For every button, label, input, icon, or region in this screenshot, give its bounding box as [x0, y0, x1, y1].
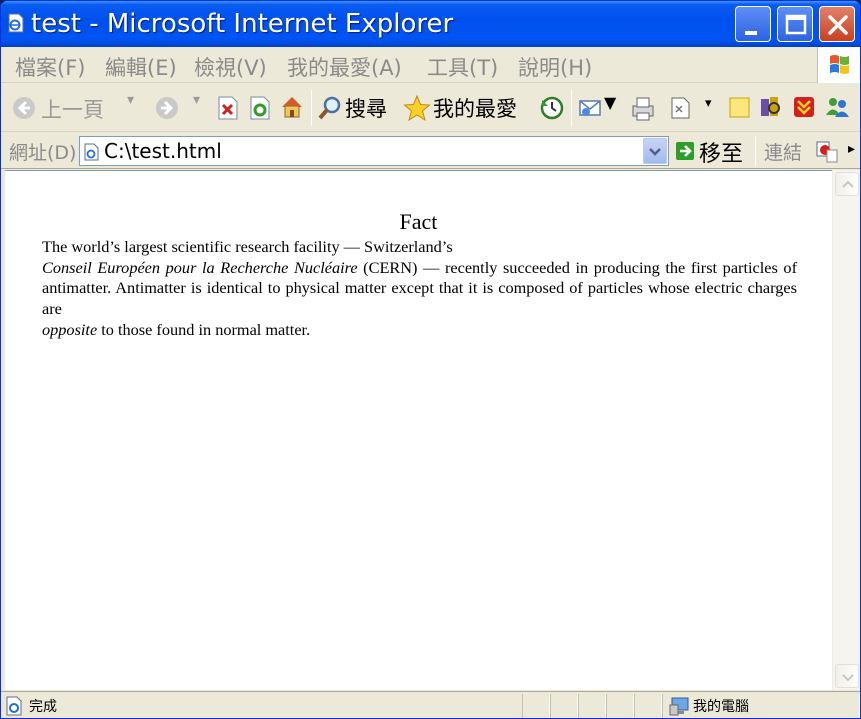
back-label: 上一頁 [41, 98, 104, 122]
windows-flag-icon [830, 55, 849, 74]
menu-edit[interactable]: 編輯(E) [105, 52, 177, 82]
close-button[interactable] [819, 6, 855, 42]
research-icon [761, 97, 780, 116]
status-cell [522, 694, 550, 718]
my-computer-icon [669, 695, 691, 718]
page-paragraph: The world’s largest scientific research … [42, 237, 797, 341]
search-button[interactable] [317, 95, 343, 125]
window-title: test - Microsoft Internet Explorer [31, 9, 454, 39]
edit-button[interactable] [669, 96, 695, 124]
links-page-icon[interactable] [815, 138, 841, 168]
menu-bar: 檔案(F) 編輯(E) 檢視(V) 我的最愛(A) 工具(T) 說明(H) [1, 47, 860, 83]
back-dropdown-icon[interactable]: ▾ [127, 92, 134, 108]
menu-file[interactable]: 檔案(F) [15, 52, 85, 82]
discuss-button[interactable] [728, 96, 752, 124]
chevron-down-icon [842, 674, 854, 682]
forward-dropdown-icon[interactable]: ▾ [193, 92, 200, 108]
status-cell [606, 694, 634, 718]
mail-button[interactable] [578, 96, 604, 124]
ie-page-icon [7, 13, 25, 33]
back-button[interactable] [11, 95, 37, 125]
ie-window: test - Microsoft Internet Explorer 檔案(F)… [0, 0, 861, 719]
refresh-icon [250, 96, 270, 120]
paragraph-line-1: The world’s largest scientific research … [42, 237, 453, 256]
stop-button[interactable] [217, 96, 239, 124]
back-arrow-icon [13, 97, 35, 119]
title-bar[interactable]: test - Microsoft Internet Explorer [1, 1, 860, 47]
links-chevron-icon[interactable]: ▸ [848, 141, 855, 157]
vertical-scrollbar[interactable] [832, 170, 860, 690]
address-dropdown-button[interactable] [643, 138, 667, 164]
chevron-down-icon [649, 148, 661, 156]
messenger-users-icon [826, 98, 849, 117]
stop-icon [218, 96, 238, 120]
scroll-down-button[interactable] [835, 664, 859, 688]
favorites-button[interactable] [403, 94, 431, 126]
home-icon [282, 97, 302, 118]
menu-favorites[interactable]: 我的最愛(A) [287, 52, 402, 82]
address-label: 網址(D) [9, 142, 77, 164]
status-text: 完成 [29, 699, 57, 715]
search-icon [318, 96, 341, 120]
forward-arrow-icon [156, 97, 178, 119]
home-button[interactable] [279, 94, 305, 124]
maximize-icon [785, 14, 807, 35]
download-button[interactable] [792, 95, 816, 123]
go-arrow-icon[interactable] [675, 141, 695, 165]
download-arrow-icon [794, 97, 814, 117]
menu-view[interactable]: 檢視(V) [194, 52, 267, 82]
favorites-star-icon [403, 94, 431, 122]
edit-dropdown-icon[interactable]: ▾ [705, 96, 712, 111]
address-value[interactable]: C:\test.html [104, 139, 222, 163]
address-input[interactable]: C:\test.html [79, 136, 669, 166]
address-bar: 網址(D) C:\test.html 移至 連結 ▸ [1, 133, 860, 169]
edit-document-icon [671, 97, 690, 119]
minimize-icon [745, 31, 757, 35]
page-icon [84, 143, 100, 165]
print-icon [632, 97, 654, 121]
emphasis-word: opposite [42, 319, 98, 339]
go-button[interactable]: 移至 [699, 136, 743, 168]
status-bar: 完成 我的電腦 [1, 691, 860, 718]
status-cell [634, 694, 662, 718]
scroll-up-button[interactable] [835, 172, 859, 196]
mail-icon [579, 100, 601, 116]
refresh-button[interactable] [249, 96, 271, 124]
page-heading: Fact [399, 209, 438, 234]
standard-toolbar: 上一頁 ▾ ▾ 搜尋 我的最愛 ▼ ▾ [1, 84, 860, 132]
research-button[interactable] [758, 94, 784, 124]
page-done-icon [6, 696, 24, 718]
status-cell [578, 694, 606, 718]
menu-help[interactable]: 說明(H) [518, 52, 592, 82]
chevron-up-icon [842, 180, 854, 188]
forward-button[interactable] [154, 95, 180, 125]
org-name: Conseil Européen pour la Recherche Nuclé… [42, 257, 358, 277]
windows-logo [817, 47, 860, 83]
security-zone: 我的電腦 [693, 699, 749, 715]
history-icon [540, 96, 564, 120]
messenger-button[interactable] [823, 94, 851, 124]
links-button[interactable]: 連結 [764, 138, 802, 165]
minimize-button[interactable] [735, 6, 771, 42]
menu-tools[interactable]: 工具(T) [427, 52, 498, 82]
status-cell [550, 694, 578, 718]
close-icon [828, 15, 848, 35]
print-button[interactable] [629, 94, 657, 126]
mail-dropdown-icon[interactable]: ▼ [604, 93, 616, 112]
favorites-label[interactable]: 我的最愛 [433, 93, 517, 123]
history-button[interactable] [539, 95, 565, 125]
maximize-button[interactable] [777, 6, 813, 42]
page-content: Fact The world’s largest scientific rese… [5, 170, 832, 690]
search-label[interactable]: 搜尋 [345, 93, 387, 123]
paragraph-end: to those found in normal matter. [97, 319, 311, 339]
zone-cell [662, 694, 860, 718]
note-icon [729, 97, 750, 118]
